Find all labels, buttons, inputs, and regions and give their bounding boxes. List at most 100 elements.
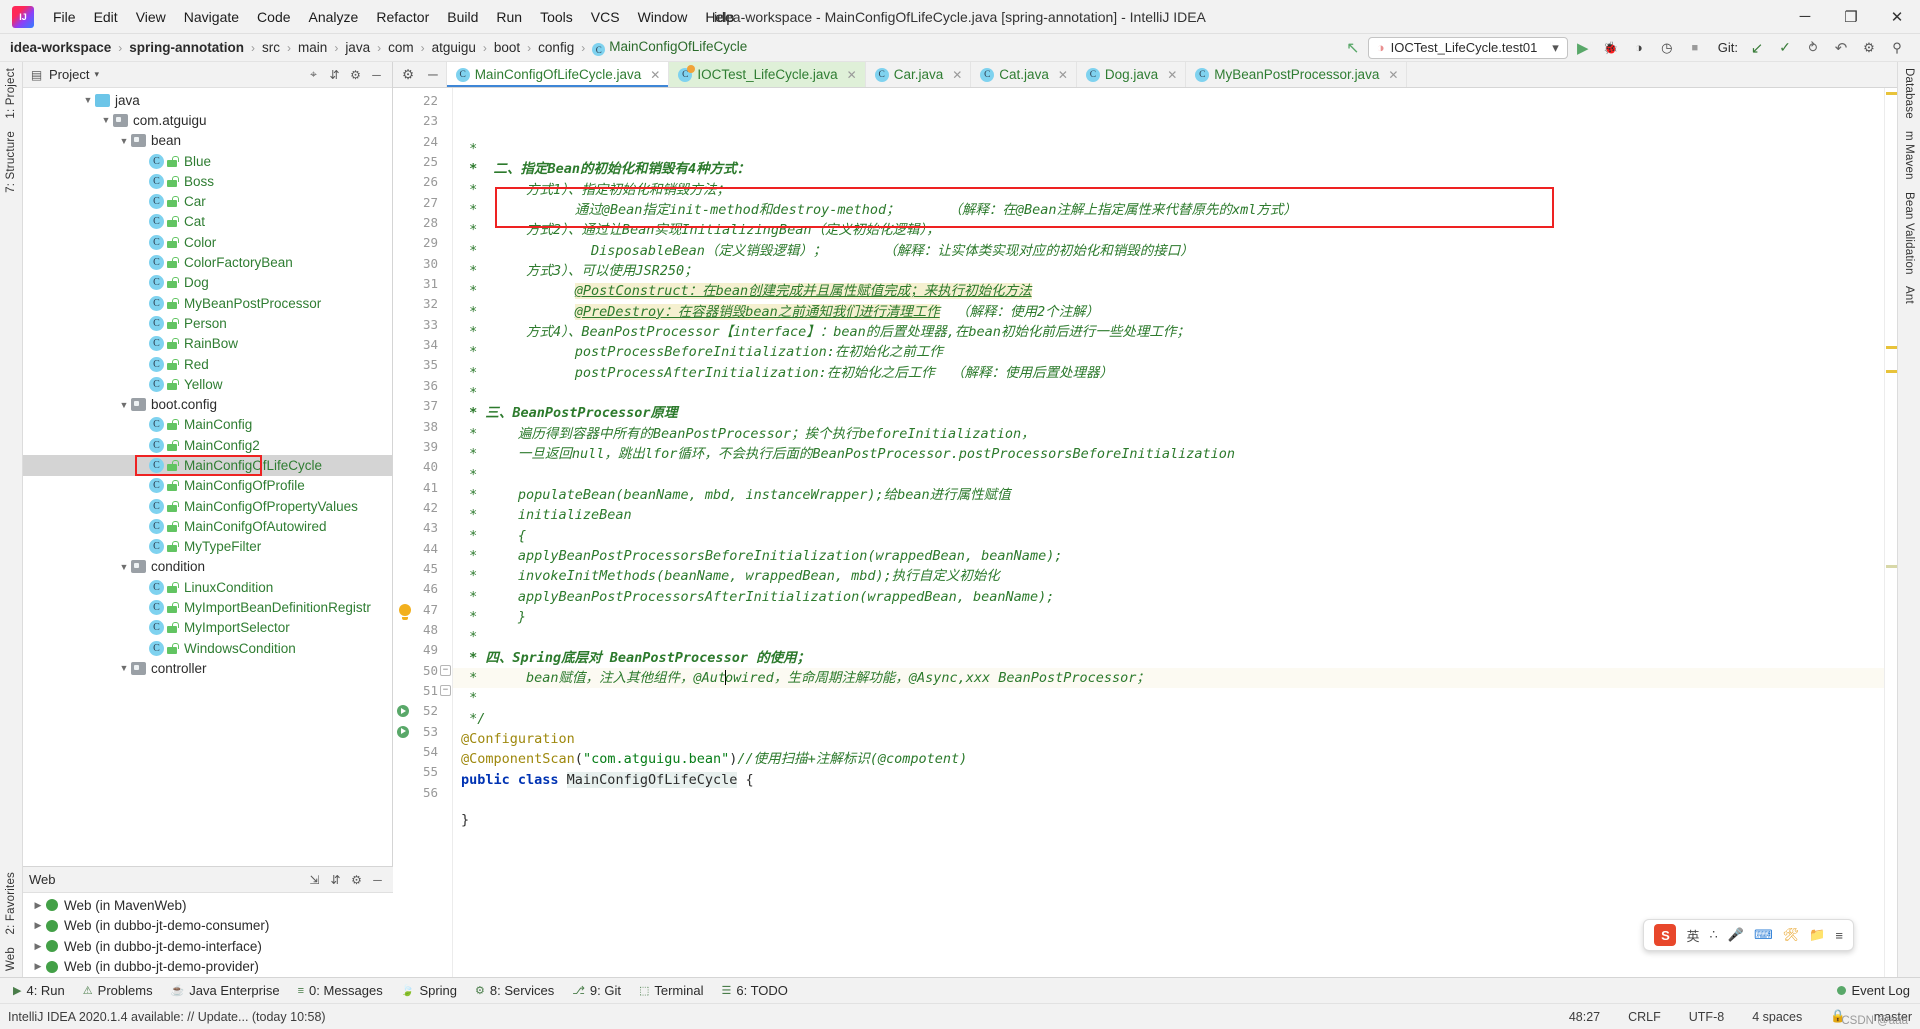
breadcrumb-item-config[interactable]: config [536,39,576,56]
tree-item-controller[interactable]: ▼ controller [23,658,392,678]
tree-item-mainconifgofautowired[interactable]: C MainConifgOfAutowired [23,516,392,536]
tree-item-mainconfig2[interactable]: C MainConfig2 [23,435,392,455]
web-list-item[interactable]: ▶ Web (in dubbo-jt-demo-interface) [23,936,393,957]
ime-punctuation-icon[interactable]: ∴ [1709,927,1717,943]
tree-item-mainconfigoflifecycle[interactable]: C MainConfigOfLifeCycle [23,455,392,476]
indent-setting[interactable]: 4 spaces [1752,1010,1802,1024]
run-with-coverage-button[interactable]: ◑ [1626,36,1652,60]
tree-item-cat[interactable]: C Cat [23,212,392,232]
code-line-40[interactable]: * initializeBean [453,505,1884,525]
twisty-expanded-icon[interactable]: ▼ [117,136,131,146]
hide-editor-icon[interactable]: ─ [428,67,438,82]
tree-item-blue[interactable]: C Blue [23,151,392,171]
twisty-collapsed-icon[interactable]: ▶ [31,961,45,972]
code-line-28[interactable]: * 方式3）、可以使用JSR250； [453,261,1884,281]
code-fold-icon[interactable]: − [440,684,451,696]
project-tree[interactable]: ▼ java ▼ com.atguigu ▼ bean C Blue C Boss C Car C Cat… [23,88,392,866]
tree-item-colorfactorybean[interactable]: C ColorFactoryBean [23,252,392,272]
collapse-all-icon[interactable]: ⇵ [327,67,342,82]
code-line-33[interactable]: * postProcessAfterInitialization:在初始化之后工… [453,363,1884,383]
tree-item-rainbow[interactable]: C RainBow [23,334,392,354]
status-message[interactable]: IntelliJ IDEA 2020.1.4 available: // Upd… [8,1010,326,1024]
run-gutter-icon[interactable] [397,725,409,738]
menu-item-refactor[interactable]: Refactor [367,5,438,29]
breadcrumb-item-java[interactable]: java [343,39,372,56]
code-line-47[interactable]: * 四、Spring底层对 BeanPostProcessor 的使用； [453,648,1884,668]
code-line-54[interactable] [453,790,1884,810]
rail-tab-database[interactable]: Database [1900,62,1918,125]
code-line-46[interactable]: * [453,627,1884,647]
tree-item-boot-config[interactable]: ▼ boot.config [23,394,392,414]
tree-item-boss[interactable]: C Boss [23,171,392,191]
rail-tab-ant[interactable]: Ant [1900,280,1918,310]
code-line-56[interactable] [453,831,1884,851]
twisty-collapsed-icon[interactable]: ▶ [31,900,45,911]
tool-window-6-todo[interactable]: ☰ 6: TODO [713,980,797,1001]
menu-item-navigate[interactable]: Navigate [175,5,248,29]
caret-position[interactable]: 48:27 [1569,1010,1600,1024]
tree-item-color[interactable]: C Color [23,232,392,252]
code-fold-icon[interactable]: − [440,664,451,676]
breadcrumb-item-src[interactable]: src [260,39,282,56]
ime-folder-icon[interactable]: 📁 [1809,927,1825,943]
menu-item-vcs[interactable]: VCS [582,5,629,29]
tree-item-windowscondition[interactable]: C WindowsCondition [23,638,392,658]
editor-gutter[interactable]: 22 23 24 25 26 27 28 29 30 31 32 33 34 35 36 37 38 39 40 41… [393,88,453,977]
menu-item-code[interactable]: Code [248,5,299,29]
collapse-all-icon[interactable]: ⇵ [328,872,343,887]
tree-item-mytypefilter[interactable]: C MyTypeFilter [23,537,392,557]
code-line-26[interactable]: * 方式2）、通过让Bean实现InitializingBean（定义初始化逻辑… [453,220,1884,240]
web-list-item[interactable]: ▶ Web (in MavenWeb) [23,895,393,916]
web-list[interactable]: ▶ Web (in MavenWeb) ▶ Web (in dubbo-jt-demo… [23,893,393,977]
code-line-39[interactable]: * populateBean(beanName, mbd, instanceWr… [453,485,1884,505]
code-line-45[interactable]: * } [453,607,1884,627]
hide-panel-icon[interactable]: ─ [370,872,385,887]
close-button[interactable]: ✕ [1874,0,1920,34]
tool-window-4-run[interactable]: ▶ 4: Run [4,980,74,1001]
chevron-down-icon[interactable]: ▾ [94,69,99,80]
up-arrow-icon[interactable]: ↖ [1340,36,1366,60]
git-rollback-icon[interactable]: ↶ [1828,36,1854,60]
code-line-55[interactable]: } [453,810,1884,830]
menu-item-window[interactable]: Window [629,5,697,29]
editor-tab-ioctest-lifecycle-java[interactable]: C IOCTest_LifeCycle.java ✕ [669,62,866,87]
code-line-34[interactable]: * [453,383,1884,403]
close-icon[interactable]: ✕ [650,68,660,82]
breadcrumb-item-mainconfigoflifecycle[interactable]: C MainConfigOfLifeCycle [590,38,749,58]
editor-marker-strip[interactable] [1884,88,1897,977]
code-line-29[interactable]: * @PostConstruct：在bean创建完成并且属性赋值完成；来执行初始… [453,281,1884,301]
tool-window-java-enterprise[interactable]: ☕ Java Enterprise [162,980,289,1001]
minimize-button[interactable]: ─ [1782,0,1828,34]
code-line-42[interactable]: * applyBeanPostProcessorsBeforeInitializ… [453,546,1884,566]
debug-button[interactable]: 🐞 [1598,36,1624,60]
code-line-41[interactable]: * { [453,526,1884,546]
settings-icon[interactable]: ⚙ [1856,36,1882,60]
tree-item-bean[interactable]: ▼ bean [23,131,392,151]
editor-tab-car-java[interactable]: C Car.java ✕ [865,62,972,87]
code-content[interactable]: * * 二、指定Bean的初始化和销毁有4种方式： * 方式1）、指定初始化和销… [453,88,1884,977]
code-line-31[interactable]: * 方式4）、BeanPostProcessor【interface】：bean… [453,322,1884,342]
breadcrumb-item-boot[interactable]: boot [492,39,522,56]
git-commit-icon[interactable]: ✓ [1772,36,1798,60]
line-separator[interactable]: CRLF [1628,1010,1661,1024]
rail-tab-web[interactable]: Web [2,941,20,977]
search-icon[interactable]: ⚲ [1884,36,1910,60]
editor-tab-bar[interactable]: ⚙ ─ C MainConfigOfLifeCycle.java ✕ C IOCTest_L… [393,62,1897,88]
gear-icon[interactable]: ⚙ [348,67,363,82]
code-line-25[interactable]: * 通过@Bean指定init-method和destroy-method； （… [453,200,1884,220]
web-list-item[interactable]: ▶ Web (in dubbo-jt-demo-provider) [23,957,393,978]
ime-menu-icon[interactable]: ≡ [1835,928,1843,943]
tree-item-mybeanpostprocessor[interactable]: C MyBeanPostProcessor [23,293,392,313]
tree-item-com-atguigu[interactable]: ▼ com.atguigu [23,110,392,130]
code-line-23[interactable]: * 二、指定Bean的初始化和销毁有4种方式： [453,159,1884,179]
tool-window-spring[interactable]: 🍃 Spring [392,980,466,1001]
editor-tab-cat-java[interactable]: C Cat.java ✕ [971,62,1077,87]
maximize-button[interactable]: ❐ [1828,0,1874,34]
code-line-27[interactable]: * DisposableBean（定义销毁逻辑）； （解释：让实体类实现对应的初… [453,241,1884,261]
ime-toolbar[interactable]: S 英 ∴ 🎤 ⌨ 🛠 📁 ≡ [1643,919,1854,951]
tool-window-9-git[interactable]: ⎇ 9: Git [563,980,630,1001]
ime-voice-icon[interactable]: 🎤 [1728,927,1744,943]
intention-bulb-icon[interactable] [399,603,411,620]
event-log-wrap[interactable]: Event Log [1837,983,1920,998]
editor-tab-actions[interactable]: ⚙ ─ [393,62,447,87]
